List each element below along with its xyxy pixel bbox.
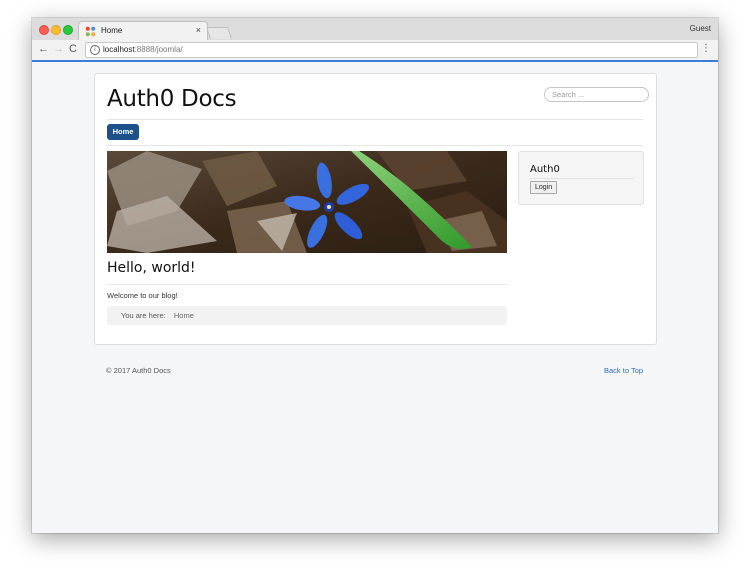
header-divider xyxy=(107,119,643,120)
new-tab-button[interactable] xyxy=(206,27,232,39)
breadcrumb-item-home[interactable]: Home xyxy=(174,311,194,320)
browser-window: Home × Guest ← → C i localhost:8888/joom… xyxy=(32,18,718,533)
article-divider xyxy=(107,284,507,285)
module-divider xyxy=(530,178,634,179)
zoom-window-button[interactable] xyxy=(63,25,73,35)
site-title[interactable]: Auth0 Docs xyxy=(107,86,237,112)
url-text: localhost:8888/joomla/ xyxy=(103,45,183,54)
kebab-menu-icon[interactable]: ⋮ xyxy=(701,43,711,55)
breadcrumb: You are here: Home xyxy=(107,306,507,325)
article-title[interactable]: Hello, world! xyxy=(107,260,196,276)
back-to-top-link[interactable]: Back to Top xyxy=(604,366,643,375)
flower-photo xyxy=(107,151,507,253)
footer-copyright: © 2017 Auth0 Docs xyxy=(106,366,171,375)
browser-toolbar: ← → C i localhost:8888/joomla/ ⋮ xyxy=(32,40,718,62)
url-path: :8888/joomla/ xyxy=(134,45,183,54)
article-body: Welcome to our blog! xyxy=(107,291,178,300)
login-module: Auth0 Login xyxy=(518,151,644,205)
profile-guest[interactable]: Guest xyxy=(690,24,711,33)
hero-image xyxy=(107,151,507,253)
address-bar[interactable]: i localhost:8888/joomla/ xyxy=(85,42,698,58)
back-arrow-icon[interactable]: ← xyxy=(38,43,49,56)
module-title: Auth0 xyxy=(530,164,560,175)
close-window-button[interactable] xyxy=(39,25,49,35)
breadcrumb-label: You are here: xyxy=(121,311,166,320)
reload-icon[interactable]: C xyxy=(69,43,77,56)
forward-arrow-icon[interactable]: → xyxy=(53,43,64,56)
joomla-favicon xyxy=(85,26,96,37)
info-icon[interactable]: i xyxy=(90,45,100,55)
minimize-window-button[interactable] xyxy=(51,25,61,35)
url-host: localhost xyxy=(103,45,135,54)
tab-strip: Home × Guest xyxy=(32,18,718,42)
tab-home[interactable]: Home × xyxy=(78,21,208,42)
login-button[interactable]: Login xyxy=(530,181,558,194)
tab-title: Home xyxy=(101,26,123,35)
nav-home-button[interactable]: Home xyxy=(107,124,139,140)
tab-close-icon[interactable]: × xyxy=(196,25,201,35)
search-input[interactable]: Search ... xyxy=(544,87,649,102)
nav-divider xyxy=(107,145,643,146)
page-container: Auth0 Docs Search ... Home Hello, world!… xyxy=(94,73,657,345)
